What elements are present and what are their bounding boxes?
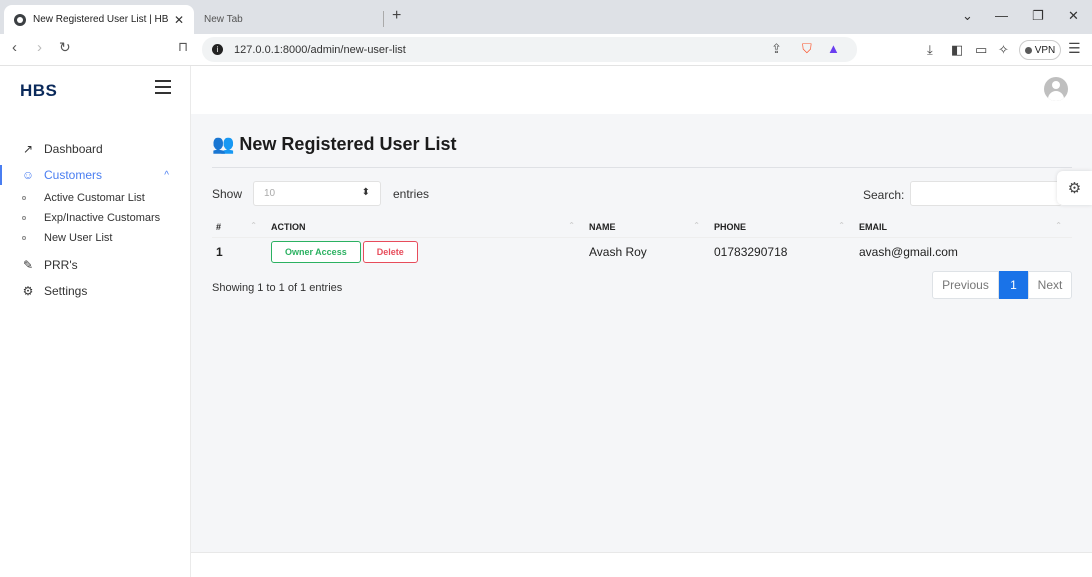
entries-select[interactable]: 10 ⬍ xyxy=(253,181,381,206)
users-icon: 👥 xyxy=(212,134,235,154)
wallet-icon[interactable]: ▭ xyxy=(975,42,987,58)
sort-icon: ⌃ xyxy=(250,221,257,230)
vpn-button[interactable]: VPN xyxy=(1019,40,1061,60)
sidebar-subitem-new-user-list[interactable]: New User List xyxy=(0,228,191,248)
table-info: Showing 1 to 1 of 1 entries xyxy=(212,282,343,294)
sidebar-subitem-inactive-customers[interactable]: Exp/Inactive Customars xyxy=(0,208,191,228)
delete-button[interactable]: Delete xyxy=(362,241,418,264)
browser-toolbar: ‹ › ↻ ⊓ i 127.0.0.1:8000/admin/new-user-… xyxy=(0,34,1092,66)
sidebar-item-label: Settings xyxy=(44,284,88,298)
entries-select-value: 10 xyxy=(264,188,276,199)
sidebar-item-label: Customers xyxy=(44,168,103,182)
sidebar-menu: ↗ Dashboard ☺ Customers ^ Active Customa… xyxy=(0,136,191,304)
sort-icon: ⌃ xyxy=(568,221,575,230)
page-title: 👥 New Registered User List xyxy=(212,134,457,155)
new-tab-icon[interactable]: + xyxy=(392,7,401,25)
browser-tab-strip: New Registered User List | HBS ✕ New Tab… xyxy=(0,0,1092,34)
sidebar-subitem-label: Exp/Inactive Customars xyxy=(44,212,161,224)
sidebar-item-label: PRR's xyxy=(44,258,78,272)
address-bar[interactable]: i 127.0.0.1:8000/admin/new-user-list xyxy=(202,37,857,62)
page-title-text: New Registered User List xyxy=(239,134,457,154)
edit-icon: ✎ xyxy=(22,258,34,272)
restore-icon[interactable]: ❐ xyxy=(1032,8,1044,24)
cell-phone: 01783290718 xyxy=(710,236,855,267)
sidebar-item-label: Dashboard xyxy=(44,142,103,156)
sidebar-item-prrs[interactable]: ✎ PRR's xyxy=(0,252,191,278)
tab-active[interactable]: New Registered User List | HBS ✕ xyxy=(4,5,194,34)
url-text: 127.0.0.1:8000/admin/new-user-list xyxy=(234,43,406,56)
sort-icon: ⌃ xyxy=(1055,221,1062,230)
cell-name: Avash Roy xyxy=(585,236,710,267)
table-header-row: # ⌃ ACTION ⌃ NAME ⌃ PHONE ⌃ EMAIL ⌃ xyxy=(212,217,1072,237)
leo-icon[interactable]: ✧ xyxy=(998,42,1009,58)
column-header-phone[interactable]: PHONE ⌃ xyxy=(710,217,855,237)
download-icon[interactable]: ⤓ xyxy=(927,42,933,58)
chevron-up-icon: ^ xyxy=(164,169,169,181)
vpn-label: VPN xyxy=(1034,44,1056,56)
pagination-page-current[interactable]: 1 xyxy=(999,271,1028,299)
globe-icon xyxy=(14,13,26,26)
search-label: Search: xyxy=(863,188,905,202)
column-header-action[interactable]: ACTION ⌃ xyxy=(267,217,585,237)
brand-logo[interactable]: HBS xyxy=(20,81,57,101)
bullet-icon xyxy=(22,196,26,200)
owner-access-button[interactable]: Owner Access xyxy=(271,241,361,264)
sidebar-subitem-label: New User List xyxy=(44,232,113,244)
info-icon[interactable]: i xyxy=(212,44,223,55)
avatar[interactable] xyxy=(1044,77,1068,101)
menu-icon[interactable]: ☰ xyxy=(1068,40,1081,57)
share-icon[interactable]: ⇪ xyxy=(771,41,782,57)
sort-icon: ⌃ xyxy=(838,221,845,230)
sidebar-subitem-label: Active Customar List xyxy=(44,192,145,204)
sidebar-item-dashboard[interactable]: ↗ Dashboard xyxy=(0,136,191,162)
tab-new[interactable]: New Tab xyxy=(194,5,384,34)
tab-title: New Tab xyxy=(204,14,243,25)
users-table: # ⌃ ACTION ⌃ NAME ⌃ PHONE ⌃ EMAIL ⌃ 1 Owner A… xyxy=(212,217,1072,267)
sidebar-item-customers[interactable]: ☺ Customers ^ xyxy=(0,162,191,188)
footer xyxy=(191,552,1092,577)
cell-index: 1 xyxy=(212,236,267,267)
users-icon: ☺ xyxy=(21,168,35,182)
brave-rewards-icon[interactable]: ▲ xyxy=(827,41,840,56)
search-input[interactable] xyxy=(910,181,1062,206)
column-header-name[interactable]: NAME ⌃ xyxy=(585,217,710,237)
sidebar: HBS ↗ Dashboard ☺ Customers ^ Active Cus… xyxy=(0,66,191,577)
vpn-status-icon xyxy=(1024,46,1032,54)
bookmark-icon[interactable]: ⊓ xyxy=(178,39,188,55)
tab-title: New Registered User List | HBS xyxy=(33,14,168,25)
pagination: Previous 1 Next xyxy=(932,271,1072,299)
pagination-next[interactable]: Next xyxy=(1028,271,1072,299)
table-row: 1 Owner Access Delete Avash Roy 017832907… xyxy=(212,236,1072,267)
sidebar-toggle-icon[interactable]: ◧ xyxy=(951,42,963,58)
sidebar-item-settings[interactable]: ⚙ Settings xyxy=(0,278,191,304)
bullet-icon xyxy=(22,236,26,240)
app-topbar xyxy=(191,66,1092,114)
cell-email: avash@gmail.com xyxy=(855,236,1072,267)
select-caret-icon: ⬍ xyxy=(361,187,370,198)
back-icon[interactable]: ‹ xyxy=(12,39,17,56)
minimize-icon[interactable]: — xyxy=(995,8,1008,23)
column-header-email[interactable]: EMAIL ⌃ xyxy=(855,217,1072,237)
bullet-icon xyxy=(22,216,26,220)
forward-icon[interactable]: › xyxy=(37,39,42,56)
tab-separator xyxy=(383,11,384,27)
chevron-down-icon[interactable]: ⌄ xyxy=(962,8,973,24)
column-header-index[interactable]: # ⌃ xyxy=(212,217,267,237)
gear-icon: ⚙ xyxy=(22,284,34,298)
reload-icon[interactable]: ↻ xyxy=(59,39,71,56)
window-close-icon[interactable]: ✕ xyxy=(1068,8,1079,24)
show-label: Show xyxy=(212,187,243,201)
brave-shield-icon[interactable]: ⛉ xyxy=(802,41,812,57)
trend-icon: ↗ xyxy=(22,142,34,156)
sort-icon: ⌃ xyxy=(693,221,700,230)
hamburger-icon[interactable] xyxy=(155,80,171,94)
close-icon[interactable]: ✕ xyxy=(174,13,184,27)
main-content: 👥 New Registered User List Show 10 ⬍ ent… xyxy=(191,114,1092,552)
pagination-previous[interactable]: Previous xyxy=(932,271,999,299)
sidebar-subitem-active-customers[interactable]: Active Customar List xyxy=(0,188,191,208)
cell-action: Owner Access Delete xyxy=(267,236,585,267)
divider xyxy=(212,167,1072,168)
settings-gear-icon[interactable]: ⚙ xyxy=(1057,171,1092,205)
entries-label: entries xyxy=(393,187,430,201)
